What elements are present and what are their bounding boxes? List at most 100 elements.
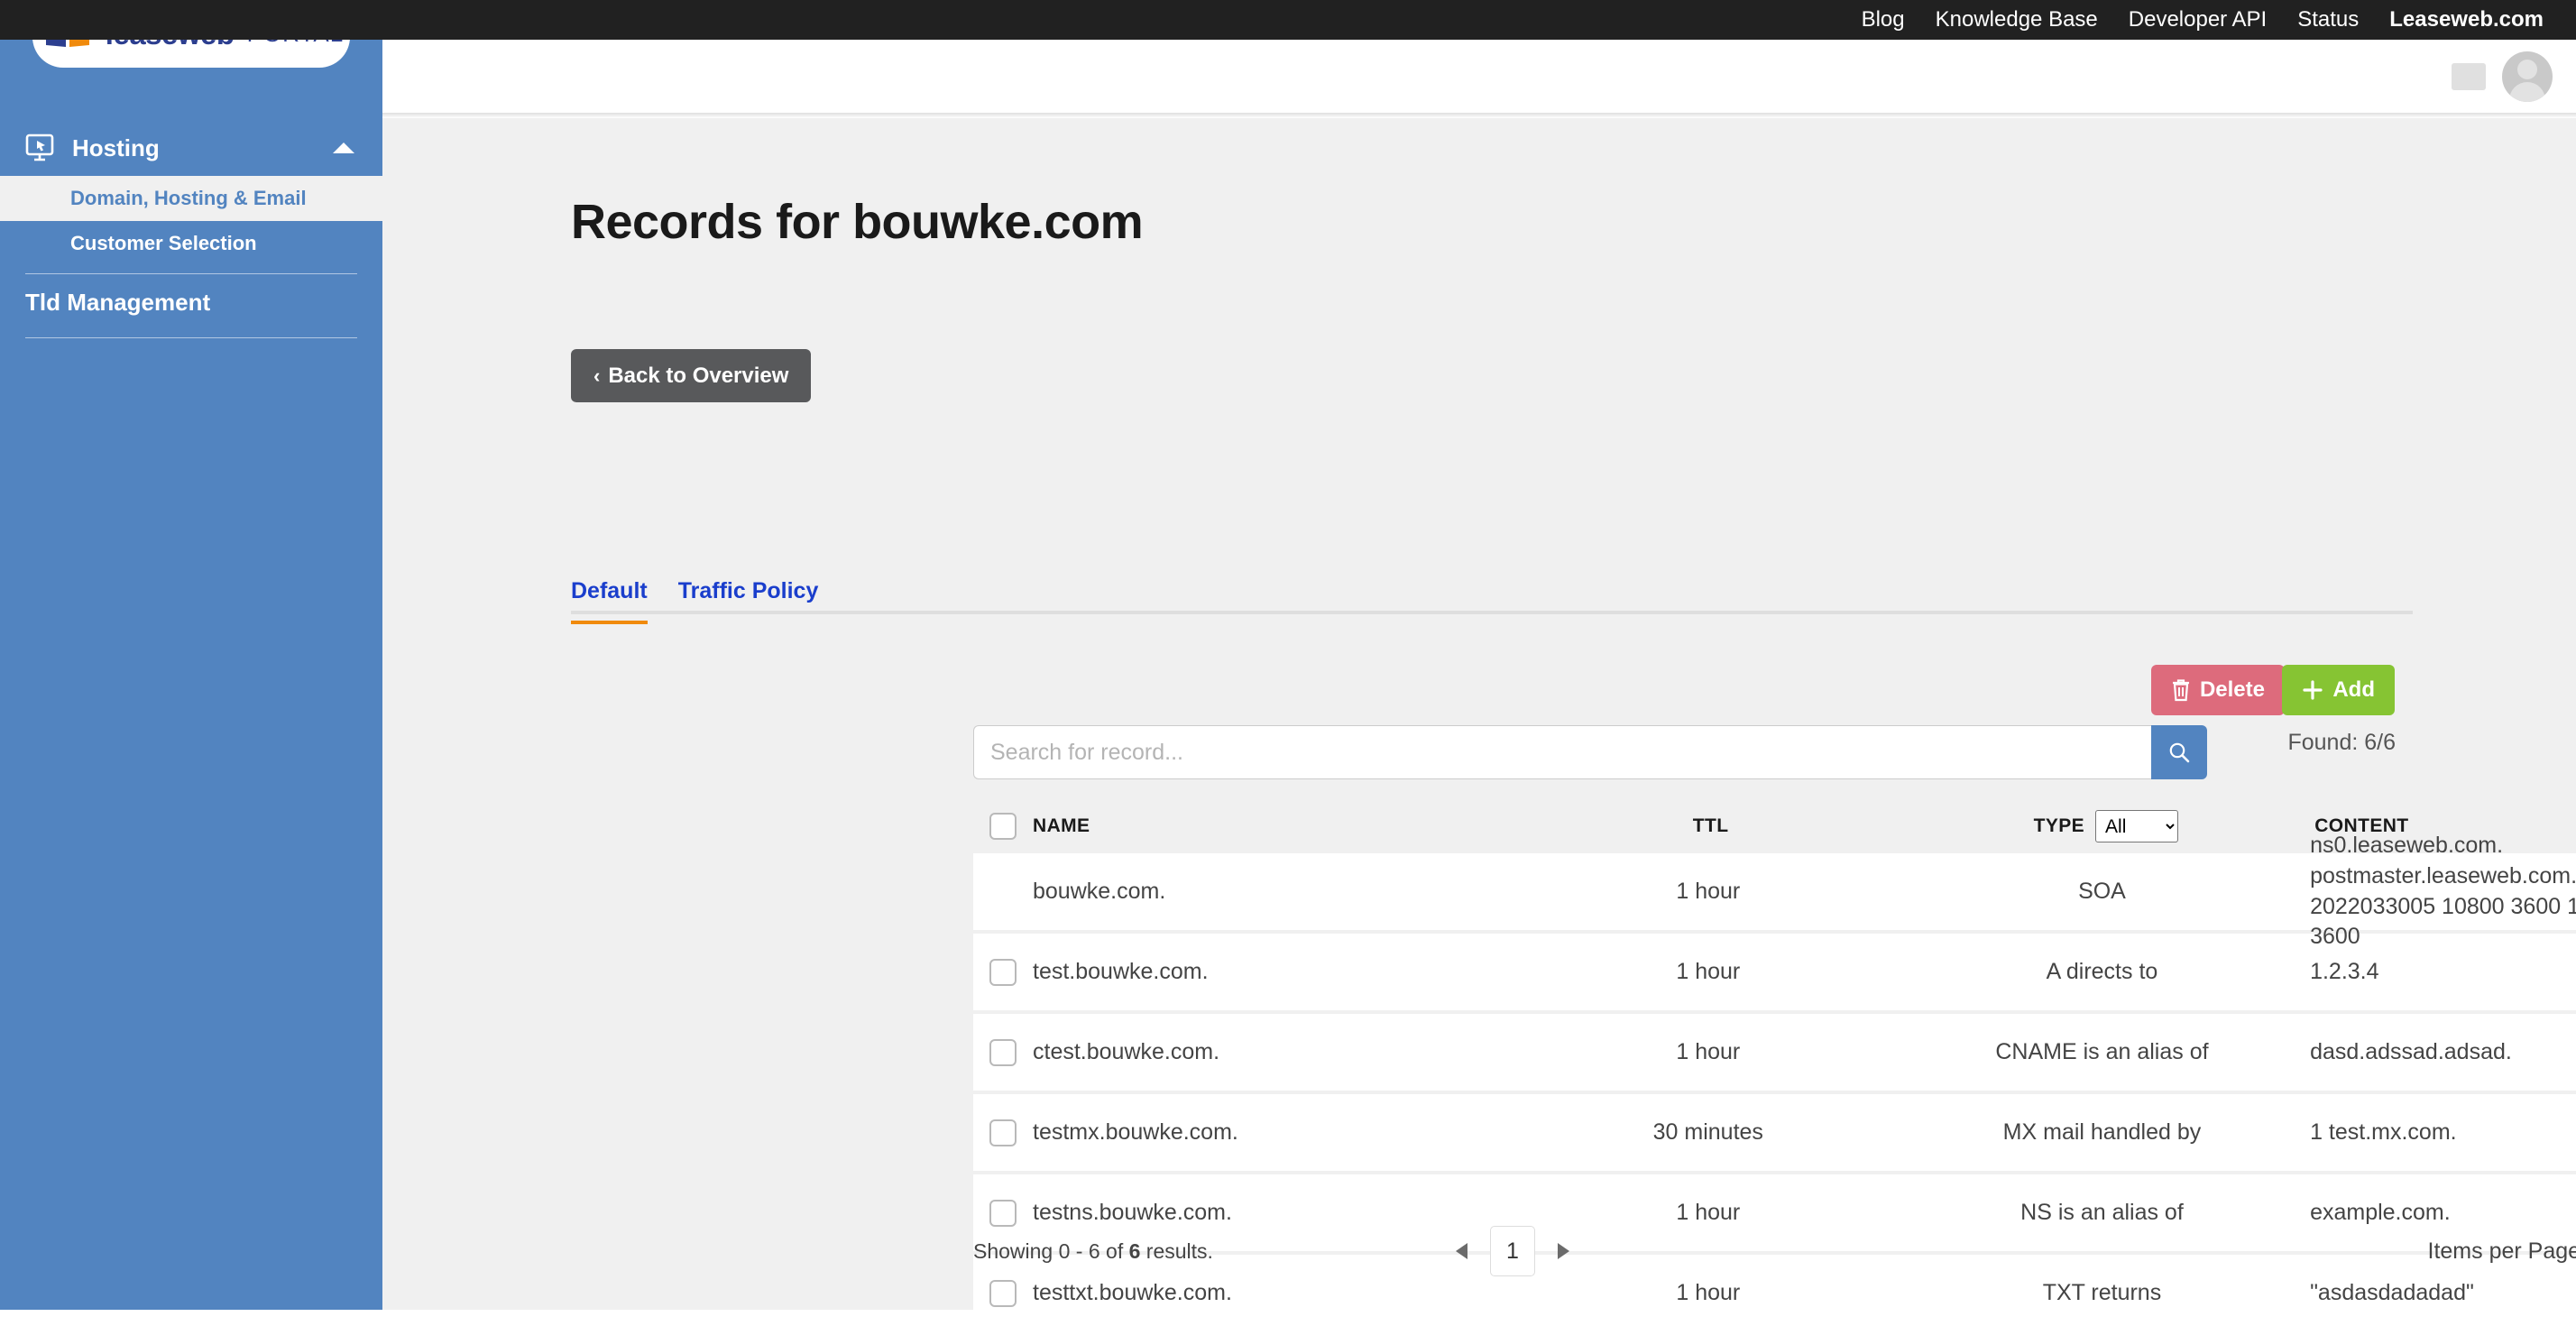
monitor-cursor-icon: [25, 134, 54, 161]
avatar[interactable]: [2502, 51, 2553, 102]
tab-default[interactable]: Default: [571, 578, 648, 624]
cell-content: ns0.leaseweb.com. postmaster.leaseweb.co…: [2310, 831, 2576, 953]
sidebar-item-tld-management[interactable]: Tld Management: [0, 274, 382, 330]
back-to-overview-button[interactable]: ‹ Back to Overview: [571, 349, 812, 402]
cell-content-line1: 1.2.3.4: [2310, 958, 2379, 984]
delete-button-label: Delete: [2199, 677, 2265, 702]
select-all-checkbox[interactable]: [989, 813, 1017, 840]
back-to-overview-label: Back to Overview: [608, 363, 789, 388]
tab-traffic-policy[interactable]: Traffic Policy: [678, 578, 819, 624]
cell-content-line1: ns0.leaseweb.com. postmaster.leaseweb.co…: [2310, 833, 2576, 888]
header-shadow: [382, 113, 2576, 118]
account-header-bar: [382, 40, 2576, 113]
header-name: NAME: [973, 813, 1524, 840]
row-checkbox[interactable]: [989, 1038, 1017, 1066]
cell-ttl: 30 minutes: [1652, 1119, 1763, 1145]
table-footer: Showing 0 - 6 of 6 results. 1 Items per …: [973, 1223, 2576, 1279]
showing-prefix: Showing 0 - 6 of: [973, 1238, 1129, 1263]
topnav-link-developer-api[interactable]: Developer API: [2129, 0, 2267, 40]
cell-name: bouwke.com.: [973, 879, 1523, 905]
cell-name: testmx.bouwke.com.: [973, 1119, 1523, 1146]
notification-placeholder-icon[interactable]: [2452, 62, 2486, 90]
cell-name: test.bouwke.com.: [973, 958, 1523, 986]
topnav-link-knowledge-base[interactable]: Knowledge Base: [1936, 0, 2098, 40]
sidebar: leaseweb PORTAL Hosting Domain, Hosting …: [0, 0, 382, 1310]
cell-content: 1.2.3.4: [2310, 957, 2576, 988]
cell-ttl: 1 hour: [1676, 1200, 1741, 1225]
row-checkbox[interactable]: [989, 1119, 1017, 1146]
plus-icon: [2303, 680, 2323, 700]
page-number-1[interactable]: 1: [1489, 1226, 1535, 1276]
next-page-button[interactable]: [1551, 1238, 1575, 1265]
cell-content-line1: dasd.adssad.adsad.: [2310, 1038, 2512, 1064]
cell-name-label: bouwke.com.: [1033, 879, 1166, 904]
table-row: bouwke.com. 1 hour SOA ns0.leaseweb.com. po…: [973, 833, 2576, 949]
cell-ttl: 1 hour: [1676, 1039, 1741, 1064]
sidebar-nav: Hosting Domain, Hosting & Email Customer…: [0, 120, 382, 338]
topnav-link-status[interactable]: Status: [2297, 0, 2359, 40]
table-row: ctest.bouwke.com. 1 hour CNAME is an alias…: [973, 1014, 2576, 1091]
cell-type: A directs to: [2046, 959, 2158, 984]
showing-suffix: results.: [1140, 1238, 1213, 1263]
cell-name-label: ctest.bouwke.com.: [1033, 1039, 1220, 1064]
row-checkbox[interactable]: [989, 1199, 1017, 1227]
sidebar-item-customer-selection[interactable]: Customer Selection: [0, 221, 382, 266]
header-name-label: NAME: [1033, 815, 1090, 836]
pagination: 1: [1450, 1226, 1575, 1276]
sidebar-item-domain-hosting-email[interactable]: Domain, Hosting & Email: [0, 176, 382, 221]
cell-name-label: testtxt.bouwke.com.: [1033, 1280, 1232, 1305]
cell-name: testns.bouwke.com.: [973, 1199, 1523, 1227]
header-ttl: TTL: [1692, 815, 1729, 836]
cell-type: TXT returns: [2042, 1280, 2162, 1305]
cell-name-label: test.bouwke.com.: [1033, 959, 1209, 984]
cell-content-line1: "asdasdadadad": [2310, 1279, 2474, 1305]
header-type: TYPE AllAAAAACNAMEMXNSTXTSOA: [1897, 810, 2314, 842]
cell-content: "asdasdadadad": [2310, 1278, 2576, 1309]
cell-ttl: 1 hour: [1676, 1280, 1741, 1305]
showing-count: 6: [1128, 1238, 1141, 1263]
sidebar-item-label: Customer Selection: [70, 232, 257, 254]
chevron-left-icon: ‹: [593, 364, 601, 387]
cell-type: MX mail handled by: [2002, 1119, 2202, 1145]
add-button[interactable]: Add: [2282, 665, 2395, 715]
showing-results-text: Showing 0 - 6 of 6 results.: [973, 1239, 1213, 1264]
tab-bar: Default Traffic Policy: [571, 578, 2413, 624]
type-filter-select[interactable]: AllAAAAACNAMEMXNSTXTSOA: [2095, 810, 2179, 842]
cell-name-label: testmx.bouwke.com.: [1033, 1119, 1238, 1145]
cell-ttl: 1 hour: [1676, 959, 1741, 984]
cell-type: SOA: [2078, 879, 2126, 904]
table-row: testmx.bouwke.com. 30 minutes MX mail hand…: [973, 1094, 2576, 1171]
chevron-right-icon: [1557, 1243, 1569, 1259]
items-per-page-label: Items per Page:: [2427, 1238, 2576, 1264]
cell-content: 1 test.mx.com.: [2310, 1118, 2576, 1148]
delete-button[interactable]: Delete: [2150, 665, 2285, 715]
search-input[interactable]: [973, 725, 2151, 779]
sidebar-group-hosting[interactable]: Hosting: [0, 120, 382, 176]
sidebar-item-label: Domain, Hosting & Email: [70, 187, 307, 209]
main-content: Records for bouwke.com ‹ Back to Overvie…: [382, 118, 2576, 1331]
add-button-label: Add: [2332, 677, 2375, 702]
header-type-label: TYPE: [2033, 815, 2085, 836]
topnav-link-leaseweb-com[interactable]: Leaseweb.com: [2389, 0, 2544, 40]
search-icon: [2169, 742, 2190, 763]
sidebar-item-label: Tld Management: [25, 288, 211, 316]
cell-ttl: 1 hour: [1676, 879, 1741, 904]
row-checkbox[interactable]: [989, 958, 1017, 986]
cell-name: testtxt.bouwke.com.: [973, 1279, 1523, 1307]
previous-page-button[interactable]: [1450, 1238, 1474, 1265]
row-checkbox[interactable]: [989, 1279, 1017, 1307]
cell-content: dasd.adssad.adsad.: [2310, 1037, 2576, 1068]
top-navigation-bar: Blog Knowledge Base Developer API Status…: [0, 0, 2576, 40]
search-button[interactable]: [2151, 725, 2207, 779]
sidebar-group-label: Hosting: [72, 134, 160, 161]
cell-name: ctest.bouwke.com.: [973, 1038, 1523, 1066]
chevron-left-icon: [1455, 1243, 1467, 1259]
items-per-page: Items per Page: 102550100: [2428, 1223, 2576, 1279]
topnav-link-blog[interactable]: Blog: [1862, 0, 1905, 40]
chevron-up-icon[interactable]: [332, 141, 355, 155]
cell-content-line1: 1 test.mx.com.: [2310, 1119, 2457, 1145]
cell-type: CNAME is an alias of: [1995, 1039, 2209, 1064]
trash-icon: [2172, 679, 2189, 702]
cell-name-label: testns.bouwke.com.: [1033, 1200, 1232, 1225]
cell-content-line1: example.com.: [2310, 1199, 2451, 1225]
